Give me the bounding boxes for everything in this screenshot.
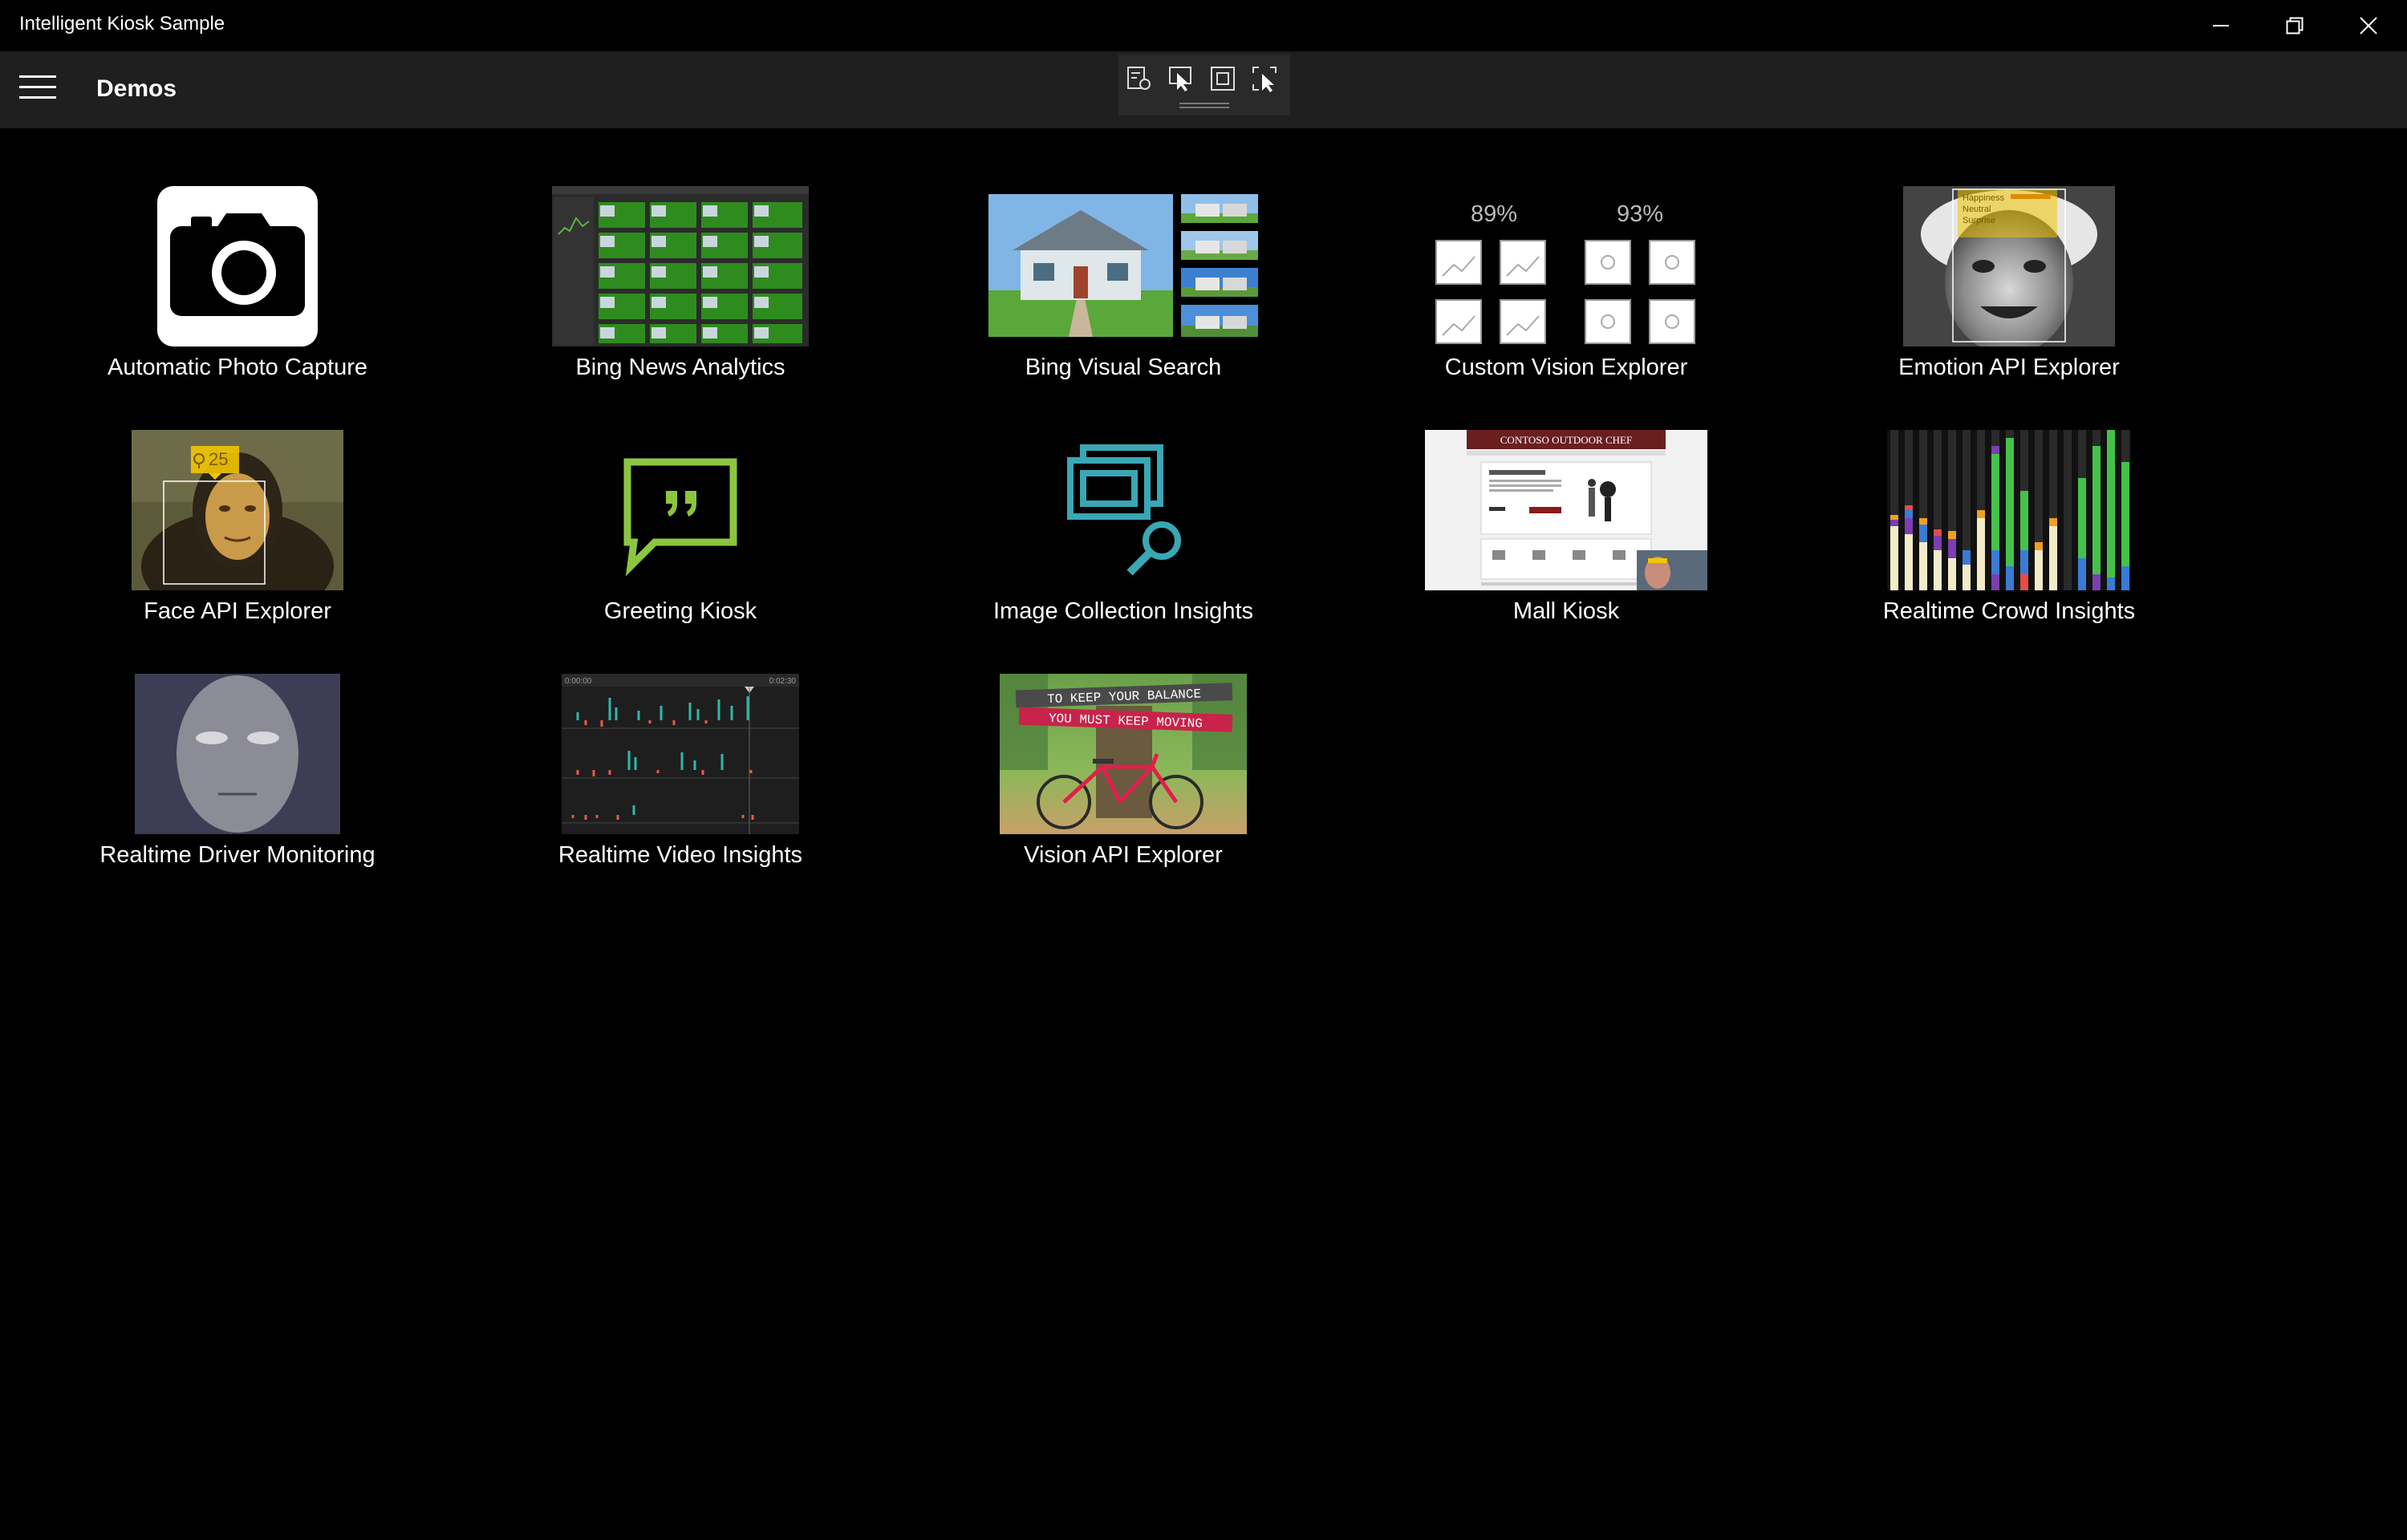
svg-text:25: 25 [209, 449, 228, 469]
demo-label: Realtime Video Insights [558, 842, 803, 868]
demo-tile-bing-news-analytics[interactable]: Bing News Analytics [456, 186, 905, 427]
mona-lisa-face-thumbnail: 25 [132, 430, 343, 590]
demo-tile-realtime-crowd-insights[interactable]: Realtime Crowd Insights [1784, 430, 2234, 671]
custom-vision-thumbnail: 89% 93% [1435, 201, 1695, 344]
live-visual-tree-button[interactable] [1123, 63, 1155, 95]
demo-label: Image Collection Insights [993, 598, 1253, 624]
display-layout-adorners-button[interactable] [1207, 63, 1239, 95]
demo-label: Bing Visual Search [1025, 355, 1222, 380]
minimize-icon [2213, 25, 2229, 26]
news-dashboard-thumbnail [552, 186, 809, 346]
demo-tile-image-collection-insights[interactable]: Image Collection Insights [899, 430, 1348, 671]
demo-tile-emotion-api-explorer[interactable]: Happiness Neutral Surprise Emotion API E… [1784, 186, 2234, 427]
demo-tile-realtime-driver-monitoring[interactable]: Realtime Driver Monitoring [13, 674, 462, 914]
demo-label: Custom Vision Explorer [1444, 355, 1688, 380]
restore-button[interactable] [2258, 0, 2332, 51]
demo-label: Greeting Kiosk [603, 598, 757, 624]
camera-icon [157, 186, 318, 346]
hamburger-line [19, 86, 56, 88]
demo-label: Emotion API Explorer [1898, 355, 2120, 380]
demo-tile-greeting-kiosk[interactable]: Greeting Kiosk [456, 430, 905, 671]
demo-tile-automatic-photo-capture[interactable]: Automatic Photo Capture [13, 186, 462, 427]
in-app-debug-toolbar [1118, 55, 1290, 116]
window-titlebar: Intelligent Kiosk Sample [0, 0, 2407, 51]
svg-text:0:00:00: 0:00:00 [565, 677, 592, 686]
hamburger-menu-icon [19, 75, 56, 78]
toolbar-drag-handle[interactable] [1179, 103, 1229, 104]
svg-text:93%: 93% [1617, 201, 1663, 227]
driver-face-thumbnail [135, 674, 340, 834]
track-focus-icon [1252, 67, 1277, 92]
mall-kiosk-thumbnail: CONTOSO OUTDOOR CHEF [1425, 430, 1707, 590]
hamburger-line [19, 96, 56, 99]
live-visual-tree-icon [1127, 67, 1151, 90]
hamburger-menu-button[interactable] [19, 75, 56, 104]
svg-text:0:02:30: 0:02:30 [769, 677, 797, 686]
demo-tile-vision-api-explorer[interactable]: TO KEEP YOUR BALANCE YOU MUST KEEP MOVIN… [899, 674, 1348, 914]
demo-tile-mall-kiosk[interactable]: CONTOSO OUTDOOR CHEF Mall Kiosk [1342, 430, 1791, 671]
svg-text:Surprise: Surprise [1963, 216, 1995, 225]
select-element-button[interactable] [1165, 63, 1197, 95]
house-search-thumbnail [988, 194, 1258, 337]
demo-label: Realtime Driver Monitoring [99, 842, 375, 868]
page-title: Demos [96, 75, 177, 102]
demo-tile-face-api-explorer[interactable]: 25 Face API Explorer [13, 430, 462, 671]
demo-label: Bing News Analytics [575, 355, 785, 380]
svg-text:CONTOSO OUTDOOR CHEF: CONTOSO OUTDOOR CHEF [1500, 434, 1632, 446]
demo-label: Face API Explorer [144, 598, 331, 624]
select-element-icon [1169, 67, 1191, 91]
demo-label: Vision API Explorer [1024, 842, 1223, 868]
restore-icon [2286, 17, 2303, 34]
speech-bubble-icon [623, 458, 737, 577]
demo-tile-bing-visual-search[interactable]: Bing Visual Search [899, 186, 1348, 427]
crowd-bars-thumbnail [1887, 430, 2131, 590]
demo-tile-realtime-video-insights[interactable]: 0:00:00 0:02:30 Realtime Video Insights [456, 674, 905, 914]
close-button[interactable] [2332, 0, 2405, 51]
svg-text:Neutral: Neutral [1963, 205, 1991, 214]
emotion-face-thumbnail: Happiness Neutral Surprise [1903, 186, 2115, 346]
demo-label: Realtime Crowd Insights [1882, 598, 2136, 624]
svg-text:89%: 89% [1471, 201, 1517, 227]
image-collection-search-icon [1067, 444, 1181, 576]
minimize-button[interactable] [2184, 0, 2258, 51]
toolbar-drag-handle-line [1179, 107, 1229, 108]
svg-text:Happiness: Happiness [1963, 193, 2004, 203]
close-icon [2360, 17, 2377, 34]
demo-tile-custom-vision-explorer[interactable]: 89% 93% Custom Vision Explorer [1342, 186, 1791, 427]
window-title: Intelligent Kiosk Sample [19, 13, 225, 34]
bicycle-photo-thumbnail: TO KEEP YOUR BALANCE YOU MUST KEEP MOVIN… [1000, 674, 1247, 834]
demo-label: Mall Kiosk [1512, 598, 1620, 624]
display-layout-adorners-icon [1211, 67, 1235, 91]
track-focus-button[interactable] [1248, 63, 1281, 95]
video-timeline-thumbnail: 0:00:00 0:02:30 [562, 674, 799, 834]
demo-label: Automatic Photo Capture [107, 355, 367, 380]
